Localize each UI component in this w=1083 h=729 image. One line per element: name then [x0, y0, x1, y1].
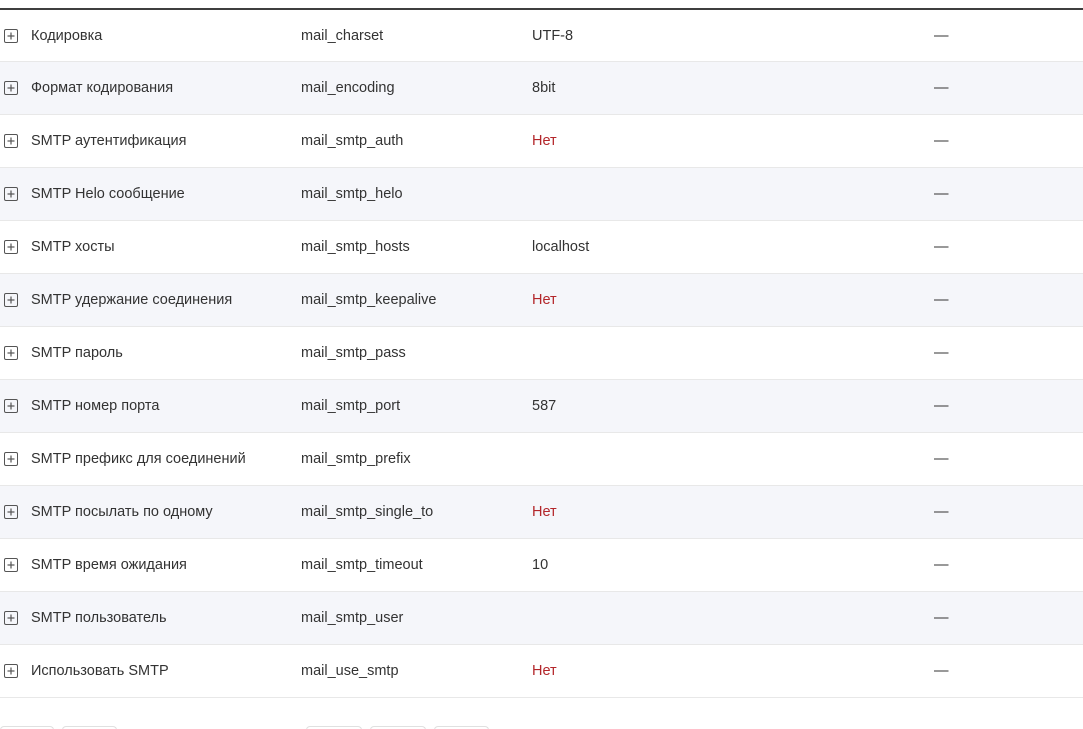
table-row[interactable]: SMTP пароль mail_smtp_pass — [0, 327, 1083, 380]
setting-key: mail_smtp_pass [301, 345, 406, 361]
table-row[interactable]: Формат кодирования mail_encoding 8bit — [0, 62, 1083, 115]
table-row[interactable]: Использовать SMTP mail_use_smtp Нет — [0, 645, 1083, 698]
setting-key: mail_smtp_user [301, 610, 404, 626]
setting-title: Кодировка [31, 27, 103, 44]
setting-value: Нет [532, 292, 557, 308]
setting-extra: — [934, 610, 949, 626]
setting-key: mail_smtp_hosts [301, 239, 410, 255]
setting-extra: — [934, 27, 949, 44]
setting-value: 10 [532, 557, 549, 573]
plus-square-icon[interactable] [4, 134, 18, 148]
setting-title: SMTP посылать по одному [31, 504, 213, 520]
table-row[interactable]: SMTP номер порта mail_smtp_port 587 — [0, 380, 1083, 433]
plus-square-icon[interactable] [4, 293, 18, 307]
setting-extra: — [934, 451, 949, 467]
setting-value: 587 [532, 398, 557, 414]
setting-title: SMTP пользователь [31, 610, 167, 626]
plus-square-icon[interactable] [4, 664, 18, 678]
setting-title: SMTP префикс для соединений [31, 451, 246, 467]
setting-key: mail_smtp_helo [301, 186, 403, 202]
setting-title: Использовать SMTP [31, 663, 169, 679]
setting-value: Нет [532, 504, 557, 520]
setting-value: 8bit [532, 80, 556, 96]
settings-table: Кодировка mail_charset UTF-8— Формат кодиро… [0, 8, 1083, 698]
setting-value: Нет [532, 133, 557, 149]
setting-title: SMTP Helo сообщение [31, 186, 185, 202]
setting-key: mail_smtp_auth [301, 133, 404, 149]
setting-extra: — [934, 292, 949, 308]
setting-extra: — [934, 133, 949, 149]
setting-key: mail_smtp_timeout [301, 557, 423, 573]
setting-extra: — [934, 557, 949, 573]
settings-page: Кодировка mail_charset UTF-8— Формат кодиро… [0, 0, 1083, 729]
setting-extra: — [934, 663, 949, 679]
table-row[interactable]: Кодировка mail_charset UTF-8 — [0, 10, 1083, 62]
setting-title: SMTP номер порта [31, 398, 160, 414]
setting-key: mail_encoding [301, 80, 395, 96]
setting-key: mail_use_smtp [301, 663, 399, 679]
plus-square-icon[interactable] [4, 505, 18, 519]
setting-key: mail_smtp_port [301, 398, 401, 414]
setting-title: Формат кодирования [31, 80, 174, 96]
setting-value: localhost [532, 239, 590, 255]
setting-key: mail_smtp_prefix [301, 451, 411, 467]
setting-value: Нет [532, 663, 557, 679]
table-row[interactable]: SMTP Helo сообщение mail_smtp_helo — [0, 168, 1083, 221]
setting-key: mail_smtp_single_to [301, 504, 434, 520]
plus-square-icon[interactable] [4, 81, 18, 95]
plus-square-icon[interactable] [4, 187, 18, 201]
plus-square-icon[interactable] [4, 558, 18, 572]
plus-square-icon[interactable] [4, 346, 18, 360]
plus-square-icon[interactable] [4, 611, 18, 625]
setting-extra: — [934, 504, 949, 520]
bottom-toolbar [0, 718, 1083, 729]
setting-key: mail_charset [301, 27, 384, 44]
setting-extra: — [934, 239, 949, 255]
plus-square-icon[interactable] [4, 28, 18, 43]
setting-title: SMTP время ожидания [31, 557, 187, 573]
plus-square-icon[interactable] [4, 452, 18, 466]
table-row[interactable]: SMTP хосты mail_smtp_hosts localhost — [0, 221, 1083, 274]
setting-extra: — [934, 398, 949, 414]
plus-square-icon[interactable] [4, 399, 18, 413]
setting-title: SMTP пароль [31, 345, 123, 361]
setting-key: mail_smtp_keepalive [301, 292, 437, 308]
plus-square-icon[interactable] [4, 240, 18, 254]
table-row[interactable]: SMTP префикс для соединений mail_smtp_pre… [0, 433, 1083, 486]
setting-extra: — [934, 80, 949, 96]
setting-value: UTF-8 [532, 27, 574, 44]
table-row[interactable]: SMTP аутентификация mail_smtp_auth Нет — [0, 115, 1083, 168]
table-row[interactable]: SMTP время ожидания mail_smtp_timeout 10 — [0, 539, 1083, 592]
setting-extra: — [934, 186, 949, 202]
setting-extra: — [934, 345, 949, 361]
setting-title: SMTP хосты [31, 239, 115, 255]
setting-title: SMTP аутентификация [31, 133, 187, 149]
table-row[interactable]: SMTP пользователь mail_smtp_user — [0, 592, 1083, 645]
setting-title: SMTP удержание соединения [31, 292, 233, 308]
table-row[interactable]: SMTP удержание соединения mail_smtp_keepa… [0, 274, 1083, 327]
table-row[interactable]: SMTP посылать по одному mail_smtp_single_… [0, 486, 1083, 539]
